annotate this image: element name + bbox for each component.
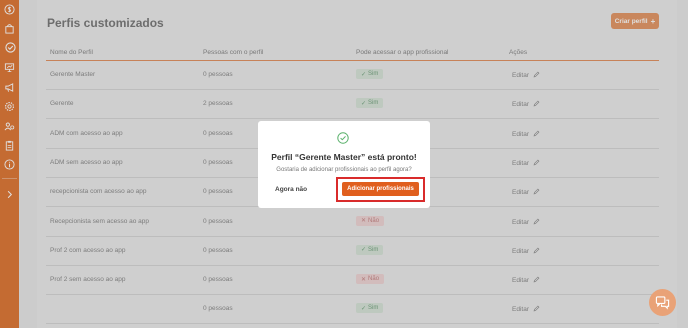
- add-professionals-button[interactable]: Adicionar profissionais: [342, 182, 419, 196]
- modal-title: Perfil “Gerente Master” está pronto!: [271, 152, 417, 162]
- not-now-button[interactable]: Agora não: [275, 186, 307, 193]
- chat-icon: [655, 296, 670, 310]
- check-circle-icon: [337, 131, 349, 144]
- chat-button[interactable]: [649, 289, 676, 316]
- modal-question: Gostaria de adicionar profissionais ao p…: [276, 167, 412, 173]
